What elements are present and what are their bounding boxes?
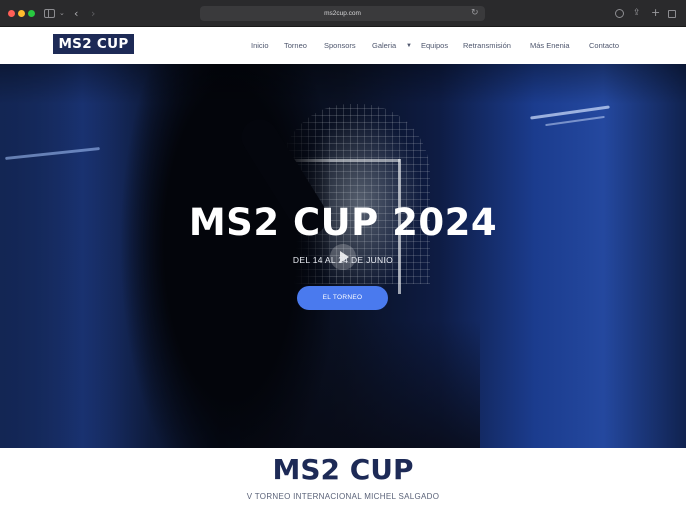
zoom-window-button[interactable] xyxy=(28,10,35,17)
minimize-window-button[interactable] xyxy=(18,10,25,17)
sidebar-icon[interactable] xyxy=(44,9,55,18)
nav-item-galeria[interactable]: Galeria xyxy=(372,40,396,52)
el-torneo-button[interactable]: EL TORNEO xyxy=(297,286,388,310)
nav-item-torneo[interactable]: Torneo xyxy=(284,40,307,52)
address-bar[interactable]: ms2cup.com xyxy=(200,6,485,21)
privacy-shield-icon[interactable] xyxy=(615,9,624,18)
reload-icon[interactable]: ↻ xyxy=(471,8,479,19)
browser-toolbar: ⌄ ‹ › ms2cup.com ↻ ⇪ + xyxy=(0,0,686,27)
hero-video[interactable]: MS2 CUP 2024 DEL 14 AL 24 DE JUNIO EL TO… xyxy=(0,64,686,448)
hero-background-light xyxy=(545,115,605,127)
nav-item-inicio[interactable]: Inicio xyxy=(251,40,269,52)
forward-icon[interactable]: › xyxy=(91,8,95,19)
chevron-down-icon[interactable]: ⌄ xyxy=(59,8,65,19)
nav-item-equipos[interactable]: Equipos xyxy=(421,40,448,52)
close-window-button[interactable] xyxy=(8,10,15,17)
site-header: MS2 CUP Inicio Torneo Sponsors Galeria ▼… xyxy=(0,27,686,64)
section-subtitle: V TORNEO INTERNACIONAL MICHEL SALGADO xyxy=(246,492,440,501)
hero-shade xyxy=(0,64,686,104)
share-icon[interactable]: ⇪ xyxy=(633,8,641,19)
hero-title: MS2 CUP 2024 xyxy=(188,201,498,244)
nav-item-retransmision[interactable]: Retransmisión xyxy=(463,40,511,52)
url-text[interactable]: ms2cup.com xyxy=(200,6,485,21)
nav-item-mas[interactable]: Más Enenia xyxy=(530,40,570,52)
section-title: MS2 CUP xyxy=(272,453,414,486)
nav-item-contacto[interactable]: Contacto xyxy=(589,40,619,52)
chevron-down-icon[interactable]: ▼ xyxy=(406,40,412,52)
new-tab-icon[interactable]: + xyxy=(651,7,660,18)
tab-overview-icon[interactable] xyxy=(668,10,676,18)
back-icon[interactable]: ‹ xyxy=(74,8,78,19)
hero-date: DEL 14 AL 24 DE JUNIO xyxy=(292,255,394,265)
nav-item-sponsors[interactable]: Sponsors xyxy=(324,40,356,52)
main-nav: Inicio Torneo Sponsors Galeria ▼ Equipos… xyxy=(0,40,686,52)
